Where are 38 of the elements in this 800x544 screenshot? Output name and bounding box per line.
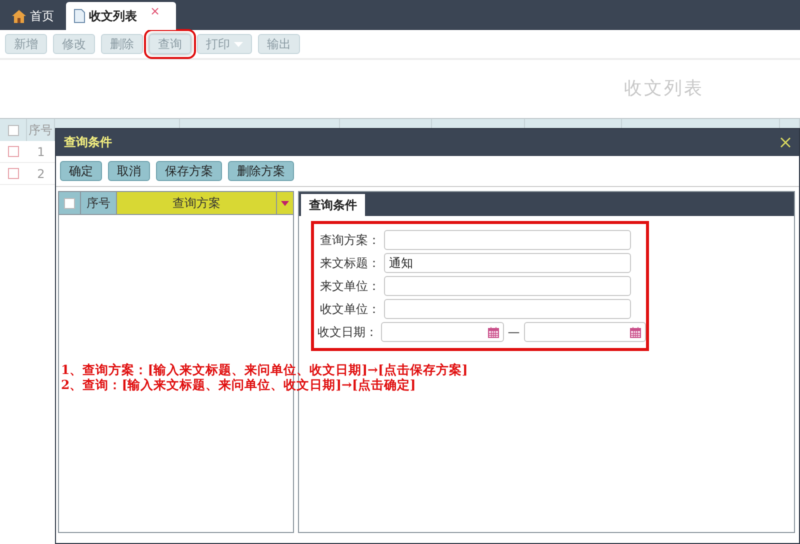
input-field[interactable] xyxy=(384,276,631,296)
tab[interactable]: 查询条件 xyxy=(301,194,365,216)
annotation-text: 2、查询：[输入来文标题、来问单位、收文日期]→[点击确定] xyxy=(61,377,417,392)
field-label: 来文标题： xyxy=(319,254,380,272)
close-icon[interactable] xyxy=(780,137,791,148)
dialog-title: 查询条件 xyxy=(64,134,112,151)
house-icon xyxy=(12,10,26,22)
column-header: 序号 xyxy=(86,194,110,212)
table-cell: 2 xyxy=(37,166,45,180)
close-icon[interactable]: × xyxy=(150,4,160,18)
table-cell: 1 xyxy=(37,144,45,158)
calendar-icon[interactable] xyxy=(488,326,499,338)
calendar-icon[interactable] xyxy=(630,326,641,338)
checkbox[interactable] xyxy=(8,146,19,157)
input-field[interactable]: 通知 xyxy=(384,253,631,273)
field-label: 收文单位： xyxy=(319,300,380,318)
tab[interactable]: 收文列表 × xyxy=(66,2,176,30)
field-label: 收文日期： xyxy=(316,324,378,340)
dialog-button[interactable]: 保存方案 xyxy=(156,161,222,181)
column-header: 查询方案 xyxy=(172,194,220,212)
date-field[interactable] xyxy=(524,322,646,342)
field-label: 查询方案： xyxy=(319,232,380,248)
annotation-text: 1、查询方案：[输入来文标题、来问单位、收文日期]→[点击保存方案] xyxy=(61,362,468,377)
dialog-button[interactable]: 确定 xyxy=(60,161,102,181)
field-label: 来文单位： xyxy=(319,278,380,294)
dialog-button[interactable]: 删除方案 xyxy=(228,161,294,181)
tab[interactable]: 首页 xyxy=(2,2,64,30)
dialog-button[interactable]: 取消 xyxy=(108,161,150,181)
document-icon xyxy=(74,9,85,23)
input-field[interactable] xyxy=(384,230,631,250)
checkbox[interactable] xyxy=(8,124,18,136)
column-header: 序号 xyxy=(28,122,52,138)
date-field[interactable] xyxy=(381,322,504,342)
range-separator: — xyxy=(508,325,520,339)
checkbox[interactable] xyxy=(8,168,19,179)
checkbox[interactable] xyxy=(64,198,75,208)
sort-arrow-icon[interactable] xyxy=(281,200,289,206)
input-field[interactable] xyxy=(384,299,631,319)
